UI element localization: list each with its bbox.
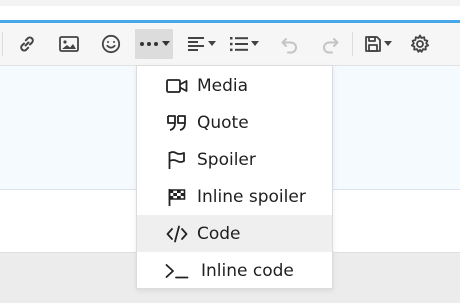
drafts-button[interactable] [360, 29, 396, 59]
smiley-icon [101, 34, 121, 54]
list-button[interactable] [226, 29, 262, 59]
menu-item-media[interactable]: Media [137, 67, 332, 104]
menu-item-inline-code[interactable]: Inline code [137, 252, 332, 289]
image-icon [59, 35, 79, 53]
floppy-disk-icon [364, 35, 382, 53]
list-icon [229, 36, 249, 52]
terminal-icon [165, 259, 189, 283]
menu-item-label: Spoiler [197, 149, 256, 170]
video-camera-icon [165, 74, 189, 98]
menu-item-spoiler[interactable]: Spoiler [137, 141, 332, 178]
insert-image-button[interactable] [56, 29, 82, 59]
chevron-down-icon [251, 41, 259, 47]
checkered-flag-icon [165, 185, 189, 209]
code-icon [165, 222, 189, 246]
menu-item-label: Inline spoiler [197, 186, 306, 207]
top-strip [0, 0, 460, 6]
align-button[interactable] [184, 29, 218, 59]
redo-icon [321, 34, 341, 54]
menu-item-quote[interactable]: Quote [137, 104, 332, 141]
menu-item-label: Inline code [201, 260, 294, 281]
toolbar-divider [352, 32, 353, 56]
menu-item-code[interactable]: Code [137, 215, 332, 252]
link-icon [17, 34, 37, 54]
menu-item-label: Media [197, 75, 249, 96]
more-options-button[interactable] [135, 29, 173, 59]
align-left-icon [187, 36, 205, 52]
menu-item-label: Quote [197, 112, 249, 133]
chevron-down-icon [161, 41, 170, 47]
settings-button[interactable] [407, 29, 433, 59]
insert-link-button[interactable] [14, 29, 40, 59]
redo-button[interactable] [318, 29, 344, 59]
undo-icon [279, 34, 299, 54]
flag-icon [165, 148, 189, 172]
toolbar-divider [2, 32, 3, 56]
more-options-menu: Media Quote Spoiler Inline spoiler Code … [136, 65, 333, 289]
ellipsis-icon [139, 41, 159, 47]
insert-emoji-button[interactable] [98, 29, 124, 59]
quote-icon [165, 111, 189, 135]
undo-button[interactable] [276, 29, 302, 59]
gear-icon [410, 34, 430, 54]
chevron-down-icon [384, 41, 392, 47]
chevron-down-icon [207, 41, 216, 47]
menu-item-inline-spoiler[interactable]: Inline spoiler [137, 178, 332, 215]
menu-item-label: Code [197, 223, 241, 244]
